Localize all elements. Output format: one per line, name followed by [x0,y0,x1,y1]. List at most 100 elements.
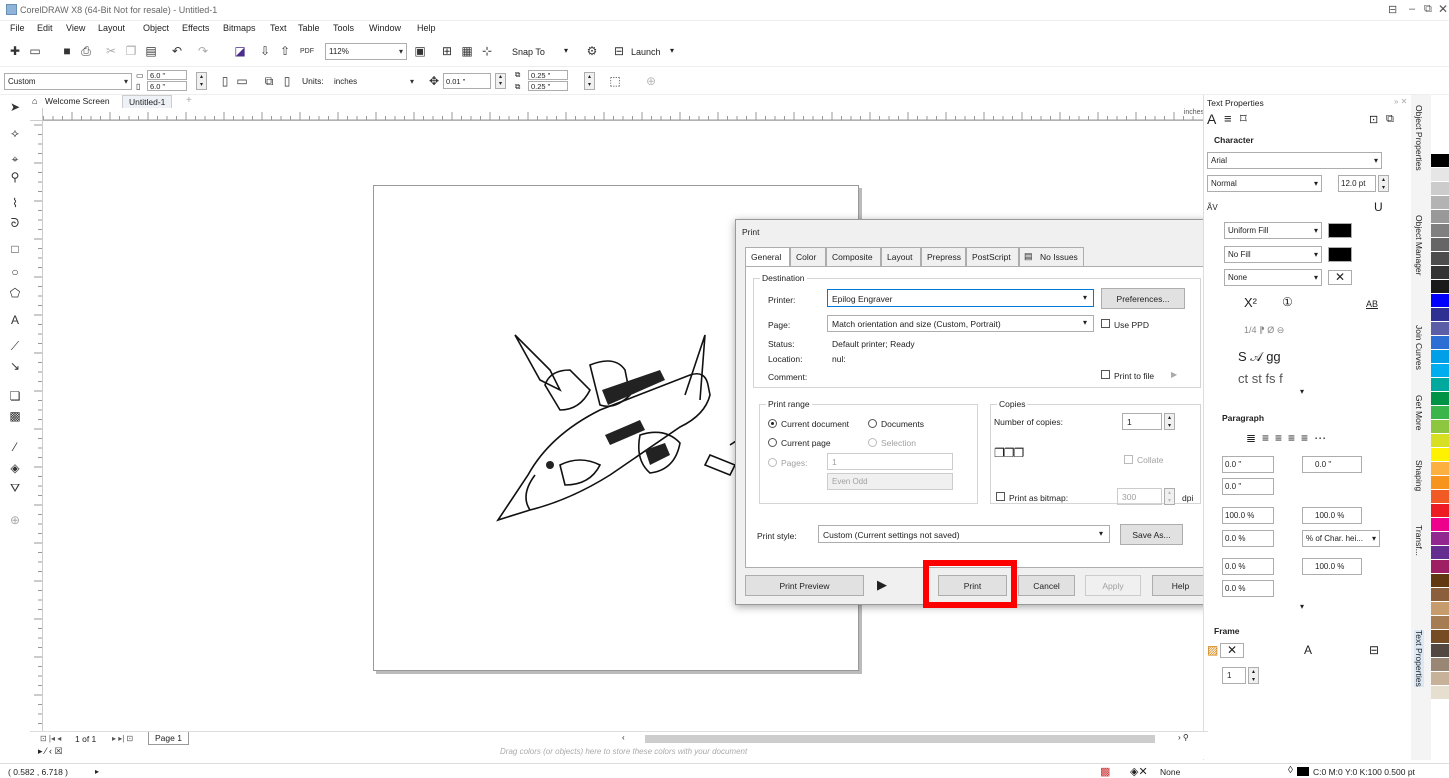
first-page-icon[interactable]: ⊡ |◂ ◂ [40,734,61,743]
palette-swatch[interactable] [1431,350,1449,364]
treat-as-filled-icon[interactable]: ⬚ [608,74,622,88]
print-icon[interactable]: ⎙ [79,44,93,58]
frame-tab-icon[interactable]: ⌑ [1240,111,1247,127]
menu-view[interactable]: View [66,23,85,33]
nudge-spinner[interactable]: ▴ ▾ [495,73,506,89]
fractions-icon[interactable]: 1/4 ⁋ Ø ⊖ [1244,325,1284,336]
frame-none-icon[interactable]: ✕ [1220,643,1244,658]
line-spacing-field[interactable]: 100.0 % [1302,507,1362,524]
frame-section-header[interactable]: Frame [1214,626,1240,636]
background-fill-select[interactable]: No Fill [1224,246,1322,263]
palette-swatch[interactable] [1431,462,1449,476]
tab-untitled[interactable]: Untitled-1 [122,95,173,108]
color-proof-icon[interactable]: ▩ [1100,765,1110,778]
copies-field[interactable]: 1 [1122,413,1162,430]
frame-vertical-icon[interactable]: ⊟ [1369,643,1379,657]
outline-select[interactable]: None [1224,269,1322,286]
menu-bitmaps[interactable]: Bitmaps [223,23,256,33]
current-document-radio[interactable] [768,419,777,428]
char-spacing-field[interactable]: 0.0 % [1222,558,1274,575]
use-ppd-checkbox[interactable] [1101,319,1110,328]
duplicate-x-field[interactable]: 0.25 " [528,70,568,80]
tab-prepress[interactable]: Prepress [921,247,966,266]
palette-swatch[interactable] [1431,280,1449,294]
page-width-field[interactable]: 6.0 " [147,70,187,80]
save-as-button[interactable]: Save As... [1120,524,1183,545]
palette-swatch[interactable] [1431,168,1449,182]
palette-swatch[interactable] [1431,378,1449,392]
zoom-tool-icon[interactable]: ⚲ [8,170,22,184]
palette-swatch[interactable] [1431,210,1449,224]
palette-swatch[interactable] [1431,630,1449,644]
undo-icon[interactable]: ↶ [170,44,184,58]
show-grid-icon[interactable]: ▦ [460,44,474,58]
tab-postscript[interactable]: PostScript [966,247,1019,266]
docker-tab-join-curves[interactable]: Join Curves [1414,325,1424,370]
spacing-after-field[interactable]: 0.0 % [1222,530,1274,547]
show-guidelines-icon[interactable]: ⊹ [480,44,494,58]
page-preset-select[interactable]: Custom [4,73,132,90]
docker-tab-object-manager[interactable]: Object Manager [1414,215,1424,275]
artistic-media-icon[interactable]: ᘐ [8,216,22,230]
tab-layout[interactable]: Layout [881,247,921,266]
ellipse-tool-icon[interactable]: ○ [8,265,22,279]
character-section-header[interactable]: Character [1214,135,1254,145]
menu-file[interactable]: File [10,23,25,33]
menu-effects[interactable]: Effects [182,23,209,33]
show-rulers-icon[interactable]: ⊞ [440,44,454,58]
docker-option-icon[interactable]: ⊡ [1369,113,1378,126]
palette-swatch[interactable] [1431,140,1449,154]
minimize-button[interactable]: – [1409,3,1415,15]
frame-columns-field[interactable]: 1 [1222,667,1246,684]
apply-button[interactable]: Apply [1085,575,1141,596]
docker-tab-get-more[interactable]: Get More [1414,395,1424,430]
zoom-level-select[interactable]: 112% [325,43,407,60]
pages-radio[interactable] [768,458,777,467]
indent-left-field[interactable]: 0.0 " [1222,456,1274,473]
ligatures-icon[interactable]: ct st fs f [1238,371,1283,386]
color-well-tools-icon[interactable]: ▸ ⁄ ‹ ☒ [38,746,63,757]
docker-collapse-icon[interactable]: » ✕ [1394,97,1407,106]
palette-swatch[interactable] [1431,672,1449,686]
spacing-units-select[interactable]: % of Char. hei... [1302,530,1380,547]
bg-color-swatch[interactable] [1328,247,1352,262]
selection-radio[interactable] [868,438,877,447]
enclosed-icon[interactable]: ① [1282,295,1293,309]
menu-text[interactable]: Text [270,23,287,33]
connector-tool-icon[interactable]: ↘ [8,359,22,373]
pick-tool-icon[interactable]: ➤ [8,100,22,114]
full-screen-icon[interactable]: ▣ [413,44,427,58]
help-button[interactable]: Help [1152,575,1209,596]
font-style-select[interactable]: Normal [1207,175,1322,192]
copies-spinner[interactable]: ▴ ▾ [1164,413,1175,430]
underline-icon[interactable]: U [1374,200,1383,214]
collate-checkbox[interactable] [1124,455,1133,464]
docker-tab-transform[interactable]: Transf... [1414,525,1424,556]
font-size-spinner[interactable]: ▴ ▾ [1378,175,1389,192]
spacing-before-field[interactable]: 100.0 % [1222,507,1274,524]
print-as-bitmap-checkbox[interactable] [996,492,1005,501]
dimension-tool-icon[interactable]: ⟋ [8,339,22,353]
current-page-radio[interactable] [768,438,777,447]
publish-pdf-icon[interactable]: PDF [300,44,314,58]
palette-swatch[interactable] [1431,686,1449,700]
palette-swatch[interactable] [1431,490,1449,504]
palette-swatch[interactable] [1431,546,1449,560]
palette-swatch[interactable] [1431,574,1449,588]
home-icon[interactable]: ⌂ [32,96,37,106]
docker-tab-shaping[interactable]: Shaping [1414,460,1424,491]
printer-chevron-icon[interactable]: ▾ [1083,293,1087,302]
menu-tools[interactable]: Tools [333,23,354,33]
next-page-icon[interactable]: ▸ ▸| ⊡ [112,734,133,743]
print-preview-button[interactable]: Print Preview [745,575,864,596]
interactive-fill-icon[interactable]: ◈ [8,461,22,475]
palette-swatch[interactable] [1431,602,1449,616]
drop-shadow-tool-icon[interactable]: ❏ [8,389,22,403]
add-preset-icon[interactable]: ⊕ [644,74,658,88]
palette-swatch[interactable] [1431,364,1449,378]
preferences-button[interactable]: Preferences... [1101,288,1185,309]
ruler-origin[interactable] [30,108,43,121]
duplicate-y-field[interactable]: 0.25 " [528,81,568,91]
save-icon[interactable]: ■ [60,44,74,58]
palette-swatch[interactable] [1431,392,1449,406]
